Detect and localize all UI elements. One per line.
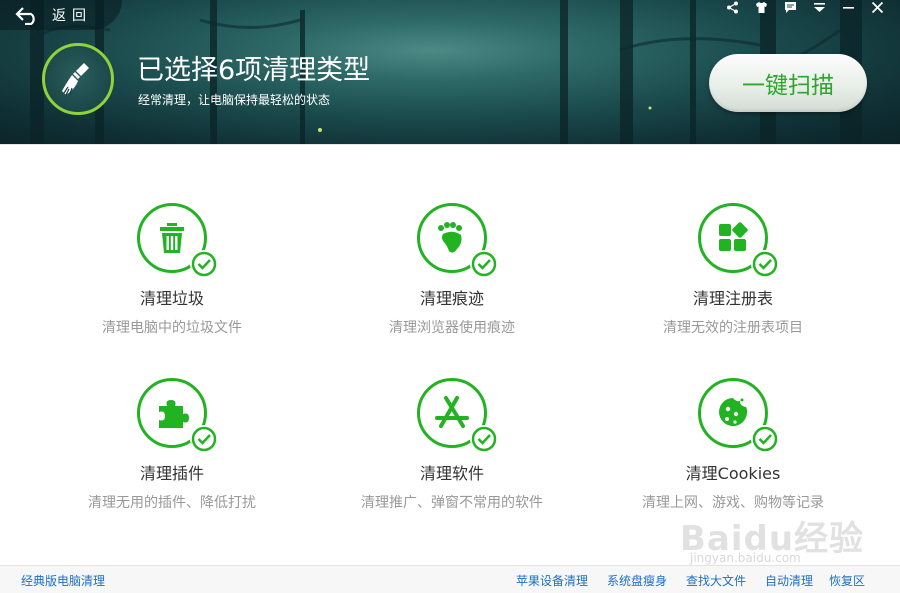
cleanup-item-desc: 清理无效的注册表项目 (663, 320, 803, 336)
cookie-icon (719, 398, 748, 426)
broom-logo (42, 43, 114, 115)
footprint-icon (438, 222, 462, 253)
cleanup-item-desc: 清理电脑中的垃圾文件 (102, 320, 242, 336)
baidu-watermark-url: jingyan.baidu.com (690, 551, 801, 565)
cleanup-item-traces[interactable]: 清理痕迹 清理浏览器使用痕迹 (332, 203, 572, 337)
cleanup-options-panel: 清理垃圾 清理电脑中的垃圾文件 清理痕迹 清理浏览器使用痕迹 清理注册表 清理无… (0, 144, 900, 565)
back-arrow-icon (15, 7, 35, 25)
cleanup-item-icon-ring (137, 378, 218, 453)
share-icon[interactable] (718, 0, 747, 14)
cleanup-item-desc: 清理上网、游戏、购物等记录 (642, 495, 824, 511)
checked-icon[interactable] (190, 425, 218, 453)
checked-icon[interactable] (470, 425, 498, 453)
footer-link-large-files[interactable]: 查找大文件 (686, 572, 746, 589)
cleanup-item-desc: 清理无用的插件、降低打扰 (88, 495, 256, 511)
puzzle-icon (159, 400, 189, 428)
feedback-icon[interactable] (776, 0, 805, 14)
cleanup-item-cookies[interactable]: 清理Cookies 清理上网、游戏、购物等记录 (613, 378, 853, 512)
page-title: 已选择6项清理类型 (137, 55, 371, 86)
cleanup-item-software[interactable]: 清理软件 清理推广、弹窗不常用的软件 (332, 378, 572, 512)
footer-link-apple-device[interactable]: 苹果设备清理 (516, 572, 588, 589)
cleanup-item-icon-ring (417, 203, 498, 278)
window-controls (718, 0, 892, 14)
cleanup-item-title: 清理注册表 (692, 289, 773, 308)
cleanup-item-plugins[interactable]: 清理插件 清理无用的插件、降低打扰 (52, 378, 292, 512)
cleanup-item-title: 清理插件 (139, 464, 204, 483)
broom-icon (62, 63, 89, 96)
header-banner: 返回 已选择6项清理类型 经常清理，让电脑保持最轻松的状态 一键扫描 (0, 0, 900, 144)
skin-icon[interactable] (747, 0, 776, 14)
cleanup-item-icon-ring (698, 378, 779, 453)
checked-icon[interactable] (190, 250, 218, 278)
checked-icon[interactable] (751, 425, 779, 453)
classic-cleanup-link[interactable]: 经典版电脑清理 (21, 572, 105, 589)
trash-icon (160, 223, 184, 253)
app-store-icon (435, 396, 469, 428)
one-click-scan-button[interactable]: 一键扫描 (709, 54, 867, 112)
cleanup-item-icon-ring (137, 203, 218, 278)
cleanup-item-desc: 清理浏览器使用痕迹 (389, 320, 515, 336)
cleanup-item-title: 清理垃圾 (139, 289, 204, 308)
footer-bar: 经典版电脑清理 苹果设备清理 系统盘瘦身 查找大文件 自动清理 恢复区 (0, 565, 900, 593)
minimize-icon[interactable] (834, 0, 863, 14)
menu-icon[interactable] (805, 0, 834, 14)
page-subtitle: 经常清理，让电脑保持最轻松的状态 (138, 93, 331, 107)
checked-icon[interactable] (751, 250, 779, 278)
footer-link-auto-cleanup[interactable]: 自动清理 (765, 572, 813, 589)
back-label: 返回 (52, 8, 92, 24)
footer-link-system-disk[interactable]: 系统盘瘦身 (607, 572, 667, 589)
cleanup-item-title: 清理痕迹 (419, 289, 484, 308)
close-icon[interactable] (863, 0, 892, 14)
cleanup-item-title: 清理软件 (419, 464, 484, 483)
registry-icon (719, 222, 748, 251)
cleanup-item-icon-ring (698, 203, 779, 278)
cleanup-item-icon-ring (417, 378, 498, 453)
cleanup-item-junk[interactable]: 清理垃圾 清理电脑中的垃圾文件 (52, 203, 292, 337)
footer-link-recovery[interactable]: 恢复区 (829, 572, 865, 589)
checked-icon[interactable] (470, 250, 498, 278)
cleanup-item-registry[interactable]: 清理注册表 清理无效的注册表项目 (613, 203, 853, 337)
cleanup-item-title: 清理Cookies (685, 464, 781, 483)
back-button[interactable]: 返回 (0, 0, 122, 30)
cleanup-item-desc: 清理推广、弹窗不常用的软件 (361, 495, 543, 511)
